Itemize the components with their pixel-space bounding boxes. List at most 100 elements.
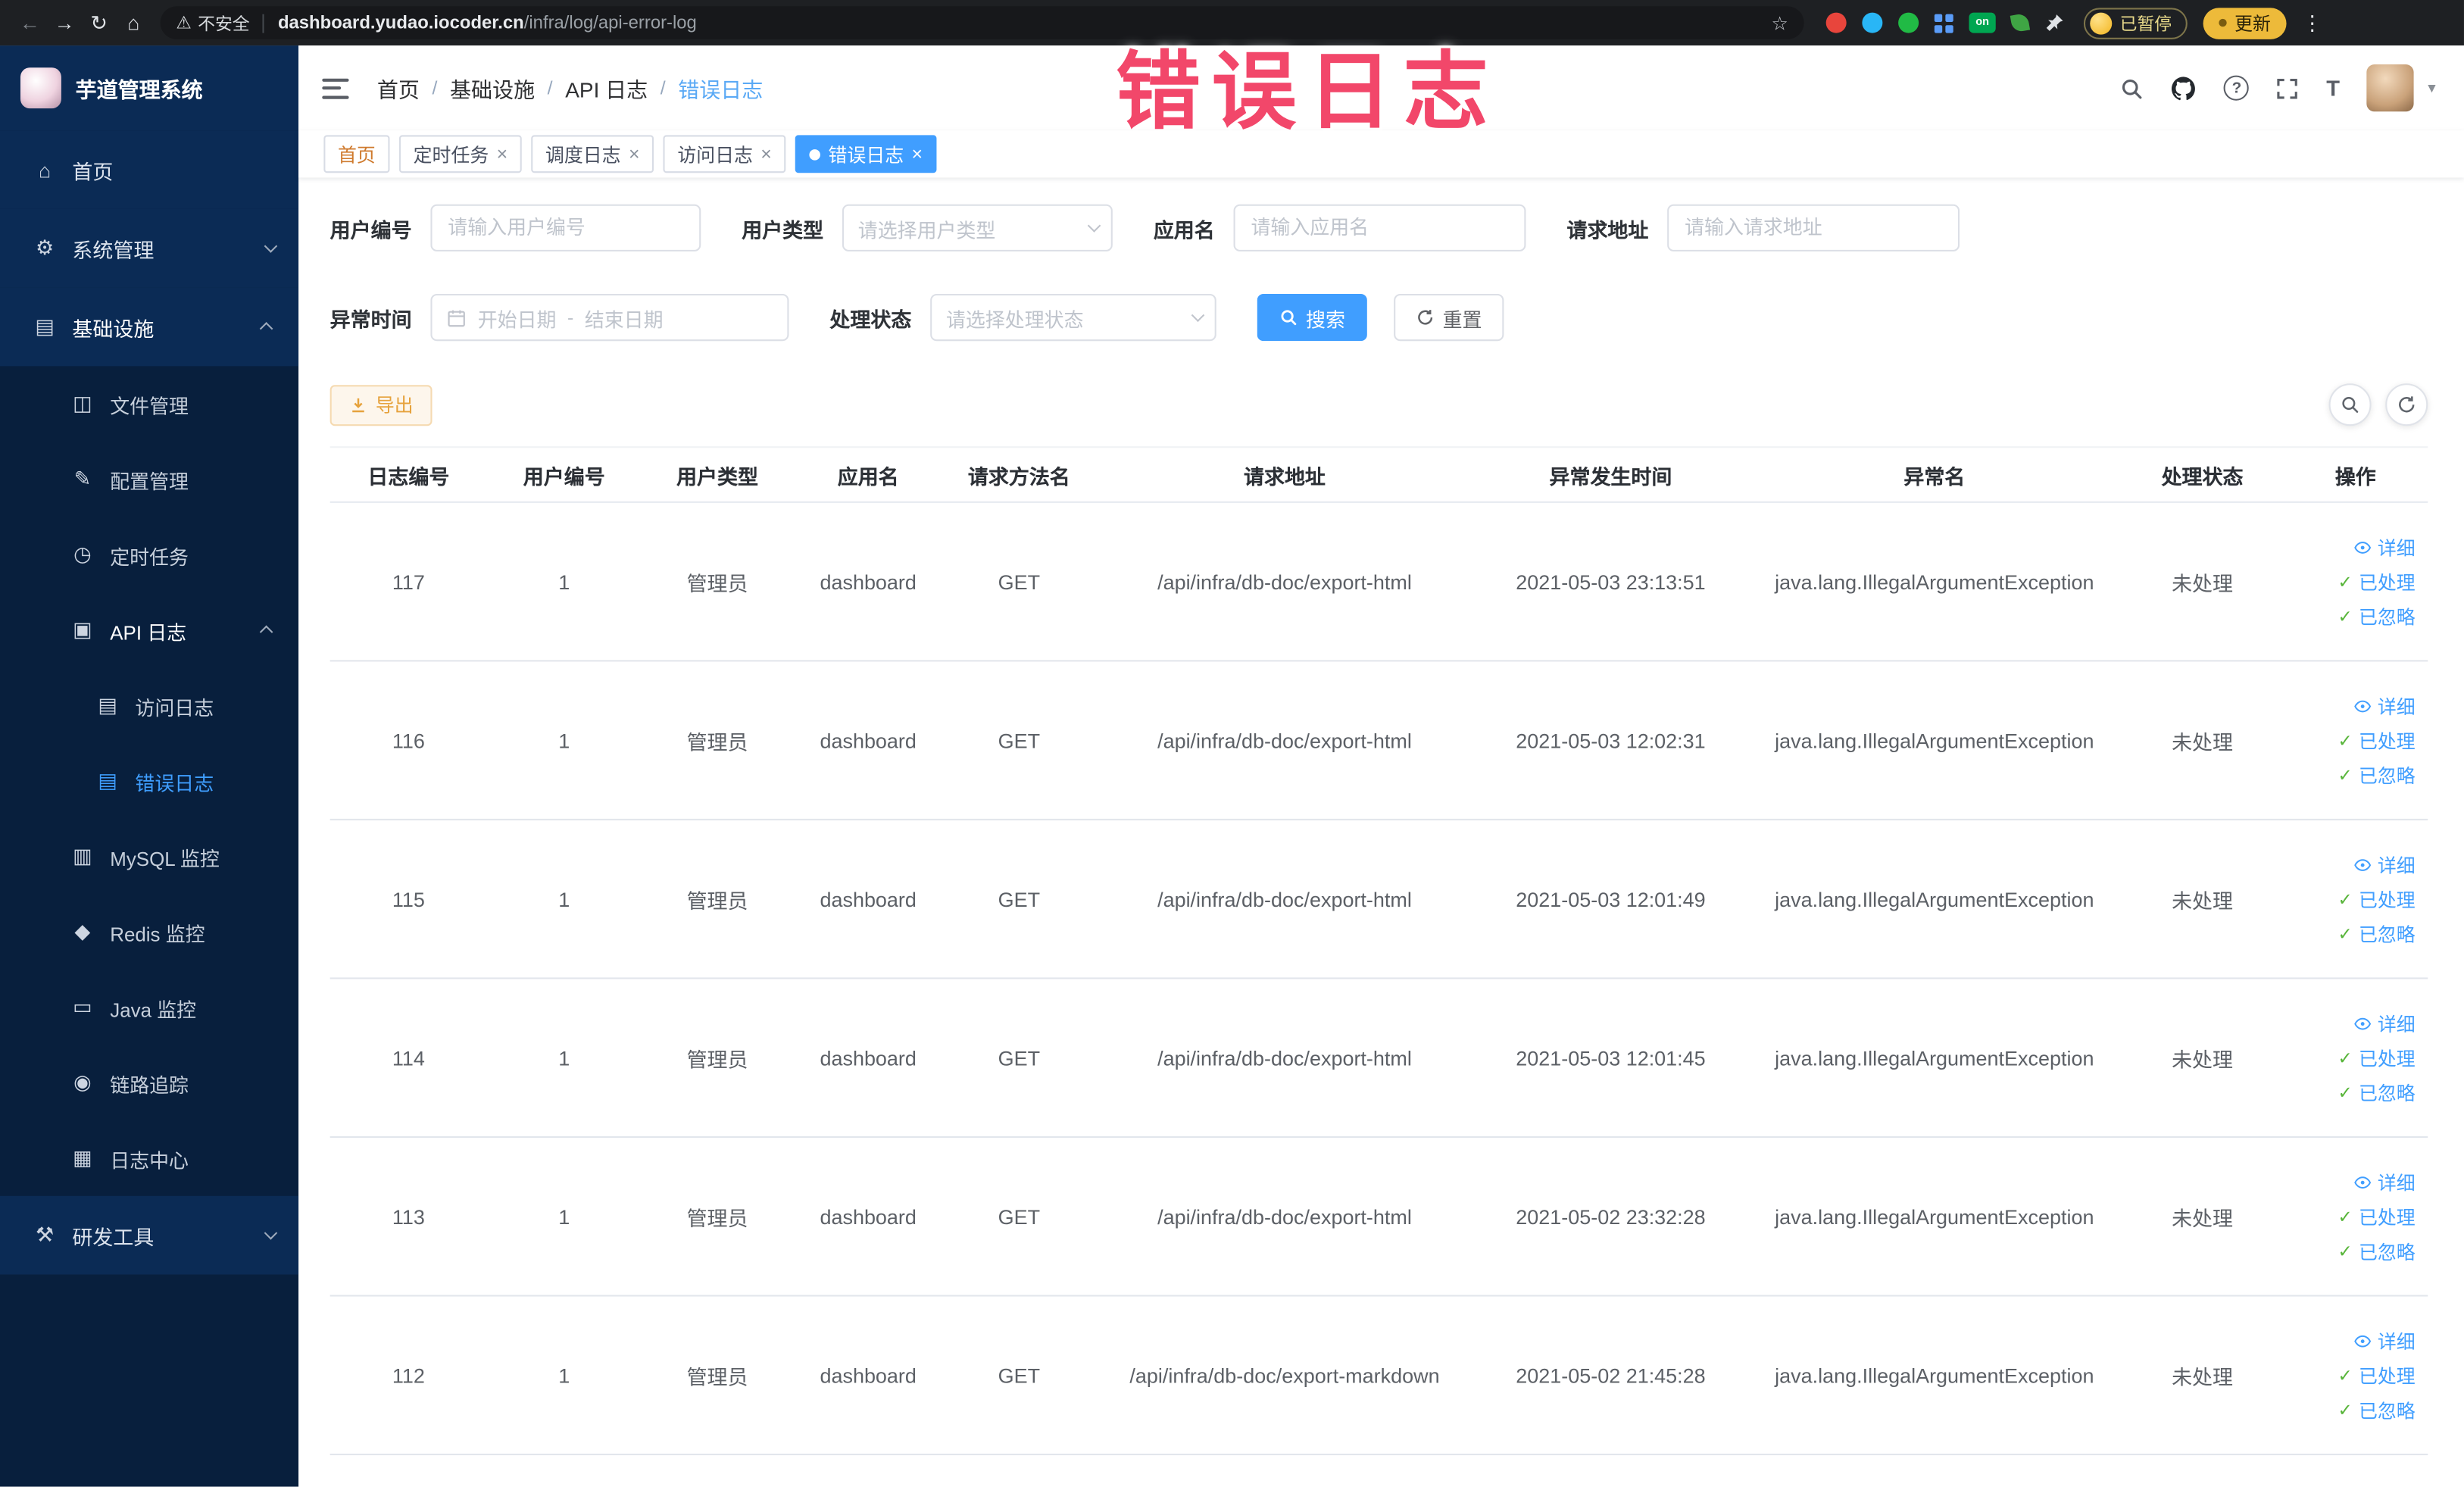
extension-icon-grid[interactable] <box>1934 13 1953 33</box>
mark-processed-link[interactable]: ✓ 已处理 <box>2338 568 2416 595</box>
security-label[interactable]: 不安全 <box>198 10 249 35</box>
cell-time: 2021-05-02 23:32:28 <box>1516 1204 1706 1229</box>
sidebar-item-label: 首页 <box>72 159 114 183</box>
request-url-input[interactable] <box>1667 204 1960 251</box>
mark-ignored-link[interactable]: ✓ 已忽略 <box>2338 1396 2416 1423</box>
check-icon: ✓ <box>2338 924 2353 944</box>
sidebar-item-api-logs[interactable]: ▣ API 日志 <box>0 592 298 668</box>
extension-icon-green[interactable] <box>1898 12 1919 33</box>
breadcrumb-item[interactable]: 基础设施 <box>450 72 535 103</box>
extension-icon-blue[interactable] <box>1862 12 1883 33</box>
process-status-select[interactable]: 请选择处理状态 <box>930 293 1216 342</box>
close-icon[interactable]: × <box>760 145 772 164</box>
browser-menu-icon[interactable]: ⋮ <box>2302 10 2322 35</box>
sidebar-item-system-management[interactable]: ⚙ 系统管理 <box>0 208 299 288</box>
tab-error-logs[interactable]: 错误日志 × <box>795 135 937 173</box>
sidebar-item-dev-tools[interactable]: ⚒ 研发工具 <box>0 1195 299 1275</box>
chevron-up-icon <box>260 626 273 639</box>
close-icon[interactable]: × <box>912 145 923 164</box>
fullscreen-icon[interactable] <box>2276 77 2300 100</box>
extension-icon-leaf[interactable] <box>2010 12 2031 33</box>
sidebar-item-home[interactable]: ⌂ 首页 <box>0 130 299 209</box>
cell-actions: 详细 ✓ 已处理 ✓ 已忽略 <box>2283 1327 2428 1423</box>
collapse-sidebar-icon[interactable] <box>322 77 349 98</box>
cell-exception: java.lang.IllegalArgumentException <box>1775 728 2094 752</box>
extensions-pin-icon[interactable] <box>2044 13 2065 33</box>
search-button[interactable]: 搜索 <box>1257 293 1367 342</box>
detail-link[interactable]: 详细 <box>2354 533 2416 560</box>
app-name-input[interactable] <box>1233 204 1526 251</box>
font-size-icon[interactable]: T <box>2326 76 2340 101</box>
mark-processed-link[interactable]: ✓ 已处理 <box>2338 1362 2416 1389</box>
tab-access-logs[interactable]: 访问日志 × <box>663 135 786 173</box>
back-icon[interactable]: ← <box>13 11 48 35</box>
mark-ignored-link[interactable]: ✓ 已忽略 <box>2338 1238 2416 1264</box>
reload-icon[interactable]: ↻ <box>82 10 117 35</box>
tab-schedule-logs[interactable]: 调度日志 × <box>531 135 654 173</box>
filter-exception-time: 异常时间 开始日期 - 结束日期 <box>330 293 789 342</box>
sidebar-item-log-center[interactable]: ▦ 日志中心 <box>0 1120 298 1196</box>
app-logo[interactable]: 芋道管理系统 <box>0 45 299 131</box>
extension-icon-on-badge[interactable]: on <box>1969 12 1996 33</box>
user-id-input[interactable] <box>430 204 701 251</box>
mark-ignored-link[interactable]: ✓ 已忽略 <box>2338 920 2416 947</box>
url-text[interactable]: dashboard.yudao.iocoder.cn/infra/log/api… <box>278 14 697 33</box>
sidebar-item-error-logs[interactable]: ▤ 错误日志 <box>0 743 298 819</box>
detail-link[interactable]: 详细 <box>2354 1327 2416 1354</box>
profile-paused-badge[interactable]: 已暂停 <box>2083 7 2188 39</box>
cell-time: 2021-05-03 12:01:45 <box>1516 1045 1706 1070</box>
sidebar-item-mysql-monitor[interactable]: ▥ MySQL 监控 <box>0 819 298 895</box>
github-icon[interactable] <box>2171 75 2197 102</box>
cell-user-id: 1 <box>558 887 570 911</box>
cell-actions: 详细 ✓ 已处理 ✓ 已忽略 <box>2283 1168 2428 1264</box>
mark-processed-link[interactable]: ✓ 已处理 <box>2338 886 2416 912</box>
sidebar-item-access-logs[interactable]: ▤ 访问日志 <box>0 668 298 744</box>
refresh-button[interactable] <box>2385 383 2428 426</box>
tab-home[interactable]: 首页 <box>323 135 390 173</box>
sidebar-item-tracing[interactable]: ◉ 链路追踪 <box>0 1045 298 1121</box>
date-range-picker[interactable]: 开始日期 - 结束日期 <box>430 293 789 342</box>
mark-processed-link[interactable]: ✓ 已处理 <box>2338 727 2416 754</box>
mark-ignored-link[interactable]: ✓ 已忽略 <box>2338 603 2416 629</box>
browser-update-button[interactable]: 更新 <box>2203 7 2287 39</box>
detail-link[interactable]: 详细 <box>2354 692 2416 719</box>
cell-log-id: 114 <box>392 1045 425 1070</box>
date-start-placeholder[interactable]: 开始日期 <box>478 302 557 332</box>
user-type-select[interactable]: 请选择用户类型 <box>842 204 1113 251</box>
detail-link[interactable]: 详细 <box>2354 1010 2416 1036</box>
sidebar-item-config-management[interactable]: ✎ 配置管理 <box>0 442 298 517</box>
search-icon[interactable] <box>2120 77 2144 100</box>
avatar-caret-icon[interactable]: ▾ <box>2428 80 2435 97</box>
table-row: 114 1 管理员 dashboard GET /api/infra/db-do… <box>329 979 2428 1139</box>
sidebar-item-infrastructure[interactable]: ▤ 基础设施 <box>0 287 299 367</box>
reset-button[interactable]: 重置 <box>1394 293 1504 342</box>
user-avatar[interactable] <box>2366 64 2414 112</box>
home-icon[interactable]: ⌂ <box>117 11 151 35</box>
mark-ignored-link[interactable]: ✓ 已忽略 <box>2338 1079 2416 1105</box>
breadcrumb-item[interactable]: API 日志 <box>565 72 648 103</box>
help-icon[interactable]: ? <box>2224 75 2250 101</box>
close-icon[interactable]: × <box>497 145 508 164</box>
tab-scheduled-tasks[interactable]: 定时任务 × <box>398 135 522 173</box>
breadcrumb-item[interactable]: 首页 <box>377 72 420 103</box>
mark-ignored-link[interactable]: ✓ 已忽略 <box>2338 761 2416 788</box>
detail-link[interactable]: 详细 <box>2354 1168 2416 1195</box>
sidebar-item-file-management[interactable]: ◫ 文件管理 <box>0 366 298 442</box>
bookmark-star-icon[interactable]: ☆ <box>1772 12 1788 34</box>
mark-processed-link[interactable]: ✓ 已处理 <box>2338 1045 2416 1071</box>
close-icon[interactable]: × <box>629 145 640 164</box>
date-end-placeholder[interactable]: 结束日期 <box>585 302 664 332</box>
sidebar-item-scheduled-tasks[interactable]: ◷ 定时任务 <box>0 517 298 593</box>
detail-link[interactable]: 详细 <box>2354 851 2416 877</box>
export-button[interactable]: 导出 <box>329 384 433 426</box>
extension-icon-red[interactable] <box>1825 12 1847 33</box>
mark-processed-link[interactable]: ✓ 已处理 <box>2338 1203 2416 1229</box>
sidebar-item-redis-monitor[interactable]: ◆ Redis 监控 <box>0 894 298 970</box>
url-domain: dashboard.yudao.iocoder.cn <box>277 13 524 33</box>
sidebar-item-java-monitor[interactable]: ▭ Java 监控 <box>0 970 298 1045</box>
table-row: 112 1 管理员 dashboard GET /api/infra/db-do… <box>329 1297 2428 1456</box>
address-bar[interactable]: ⚠ 不安全 dashboard.yudao.iocoder.cn/infra/l… <box>160 6 1804 39</box>
forward-icon[interactable]: → <box>47 11 82 35</box>
toggle-search-button[interactable] <box>2328 383 2372 426</box>
ignored-label: 已忽略 <box>2358 1399 2416 1422</box>
